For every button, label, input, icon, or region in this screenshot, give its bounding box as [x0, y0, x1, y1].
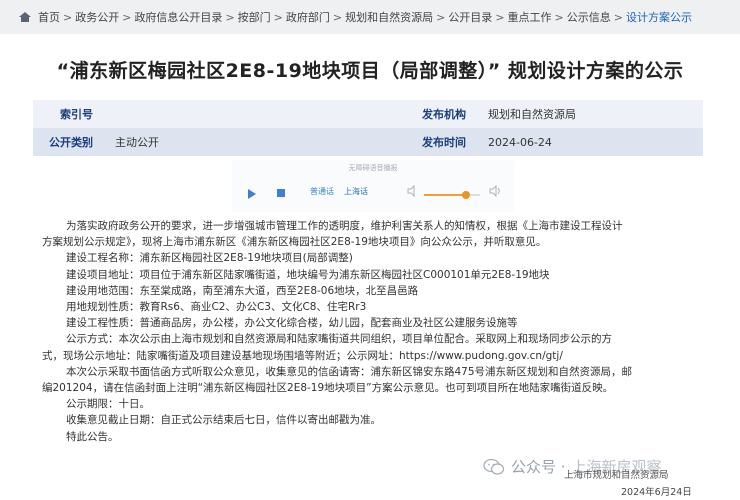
- play-icon[interactable]: [248, 189, 256, 199]
- body-line: 收集意见截止日期：自正式公示结束后七日，信件以寄出邮戳为准。: [66, 414, 381, 427]
- body-line: 式，现场公示地址：陆家嘴街道及项目建设基地现场围墙等附近；公示网址：https:…: [42, 349, 563, 362]
- body-line: 用地规划性质：教育Rs6、商业C2、办公C3、文化C8、住宅Rr3: [66, 301, 367, 314]
- shanghainese-mode-button[interactable]: 上海话: [344, 186, 368, 197]
- issuer-label: 发布机构: [422, 108, 466, 121]
- metadata-row: 索引号 发布机构 规划和自然资源局: [33, 100, 703, 128]
- body-line: 建设工程性质：普通商品房，办公楼，办公文化综合楼，幼儿园，配套商业及社区公建服务…: [66, 317, 518, 330]
- volume-slider[interactable]: [424, 191, 480, 199]
- breadcrumb-separator: >: [436, 10, 446, 24]
- volume-up-icon[interactable]: [488, 184, 502, 198]
- body-line: 特此公告。: [66, 430, 119, 443]
- breadcrumb-separator: >: [495, 10, 505, 24]
- breadcrumb-separator: >: [273, 10, 283, 24]
- body-line: 建设工程名称：浦东新区梅园社区2E8-19地块项目(局部调整): [66, 252, 353, 265]
- breadcrumb-design-notice[interactable]: 设计方案公示: [626, 9, 692, 25]
- breadcrumb-open-catalog[interactable]: 公开目录: [448, 9, 492, 25]
- metadata-row: 公开类别 主动公开 发布时间 2024-06-24: [33, 128, 703, 156]
- breadcrumb-key-work[interactable]: 重点工作: [508, 9, 552, 25]
- volume-slider-fill: [424, 194, 466, 196]
- signature-org: 上海市规划和自然资源局: [564, 470, 669, 481]
- volume-slider-knob[interactable]: [462, 191, 470, 199]
- breadcrumb-planning-bureau[interactable]: 规划和自然资源局: [345, 9, 433, 25]
- breadcrumb-gov-open[interactable]: 政务公开: [75, 9, 119, 25]
- breadcrumb-separator: >: [613, 10, 623, 24]
- player-hint: 无障碍语音播报: [348, 164, 398, 172]
- breadcrumb-by-department[interactable]: 按部门: [238, 9, 271, 25]
- breadcrumb-info-catalog[interactable]: 政府信息公开目录: [134, 9, 222, 25]
- watermark-prefix: 公众号 ·: [511, 458, 566, 476]
- body-line: 方案规划公示规定》，现将上海市浦东新区《浦东新区梅园社区2E8-19地块项目》向…: [42, 236, 547, 249]
- mandarin-mode-button[interactable]: 普通话: [310, 186, 334, 197]
- body-line: 建设用地范围：东至棠成路，南至浦东大道，西至2E8-06地块，北至昌邑路: [66, 284, 419, 297]
- body-line: 为落实政府政务公开的要求，进一步增强城市管理工作的透明度，维护利害关系人的知情权…: [66, 220, 623, 232]
- breadcrumb-gov-departments[interactable]: 政府部门: [286, 9, 330, 25]
- breadcrumb-separator: >: [554, 10, 564, 24]
- breadcrumb-home[interactable]: 首页: [38, 9, 60, 25]
- metadata-table: 索引号 发布机构 规划和自然资源局 公开类别 主动公开 发布时间 2024-06…: [33, 100, 703, 156]
- category-value: 主动公开: [115, 136, 159, 149]
- index-label: 索引号: [60, 108, 93, 121]
- volume-down-icon[interactable]: [406, 184, 420, 198]
- date-value: 2024-06-24: [488, 135, 552, 149]
- body-line: 公示方式：本次公示由上海市规划和自然资源局和陆家嘴街道共同组织，项目单位配合。采…: [66, 333, 612, 346]
- body-line: 本次公示采取书面信函方式听取公众意见，收集意见的信函请寄：浦东新区锦安东路475…: [66, 365, 633, 378]
- body-line: 建设项目地址：项目位于浦东新区陆家嘴街道，地块编号为浦东新区梅园社区C00010…: [66, 268, 550, 281]
- home-icon[interactable]: [18, 11, 32, 23]
- breadcrumb: 首页 > 政务公开 > 政府信息公开目录 > 按部门 > 政府部门 > 规划和自…: [0, 0, 740, 34]
- page-title: “浦东新区梅园社区2E8-19地块项目（局部调整）” 规划设计方案的公示: [56, 60, 684, 82]
- breadcrumb-separator: >: [122, 10, 132, 24]
- body-line: 公示期限：十日。: [66, 398, 150, 411]
- breadcrumb-notices[interactable]: 公示信息: [567, 9, 611, 25]
- notice-body: 为落实政府政务公开的要求，进一步增强城市管理工作的透明度，维护利害关系人的知情权…: [42, 218, 706, 445]
- stop-icon[interactable]: [277, 189, 285, 197]
- breadcrumb-separator: >: [225, 10, 235, 24]
- issuer-value: 规划和自然资源局: [488, 108, 576, 121]
- category-label: 公开类别: [49, 136, 93, 149]
- audio-player: 无障碍语音播报 普通话 上海话: [232, 160, 514, 212]
- wechat-logo-icon: [483, 458, 505, 475]
- signature-date: 2024年6月24日: [621, 487, 692, 498]
- breadcrumb-separator: >: [332, 10, 343, 24]
- breadcrumb-separator: >: [63, 10, 73, 24]
- date-label: 发布时间: [422, 136, 466, 149]
- body-line: 编201204，请在信函封面上注明“浦东新区梅园社区2E8-19地块项目”方案公…: [42, 382, 614, 395]
